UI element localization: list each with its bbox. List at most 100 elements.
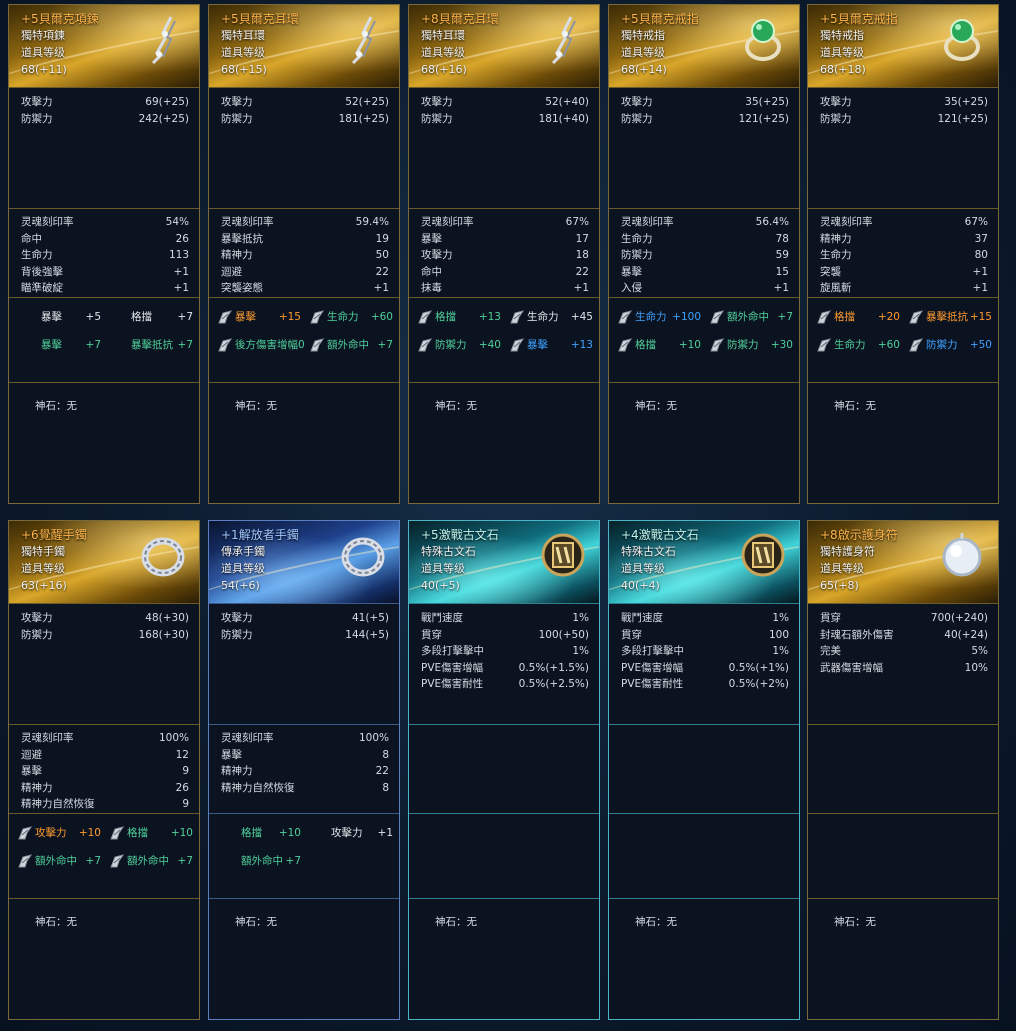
soul-stat-row: 旋風斬 +1 [820,280,988,297]
divider [808,297,998,298]
soul-stat-row: 命中 26 [21,231,189,248]
bonus-option-value: +60 [877,339,900,351]
bonus-option: 生命力 +45 [509,307,597,327]
bonus-option: 暴擊 +5 [17,307,105,327]
divider [209,813,399,814]
soul-stat-name: 灵魂刻印率 [21,732,74,744]
soul-stat-row: 生命力 78 [621,231,789,248]
soul-stat-row: 精神力自然恢復 8 [221,780,389,797]
item-level: 68(+15) [221,63,267,76]
earring-icon [537,13,589,65]
divider [409,898,599,899]
item-card[interactable]: +5激戰古文石 特殊古文石 道具等级 40(+5) 戰鬥速度 1% 貫穿 100(+50) 多段… [408,520,600,1020]
item-card[interactable]: +5貝爾克耳環 獨特耳環 道具等级 68(+15) 攻擊力 52(+25) 防禦力 181(+… [208,4,400,504]
base-stat-value: 1% [772,612,789,624]
soul-stat-row: 灵魂刻印率 100% [221,730,389,747]
soul-stat-name: 迴避 [21,748,42,761]
divine-stone-label: 神石：无 [35,916,77,928]
soul-stat-value: 12 [175,748,189,761]
soul-stat-row: 精神力自然恢復 9 [21,796,189,813]
item-card[interactable]: +5貝爾克戒指 獨特戒指 道具等级 68(+14) 攻擊力 35(+25) 防禦力 121(+… [608,4,800,504]
item-name: +4激戰古文石 [621,528,699,542]
bonus-option-label: 格擋 [435,311,456,323]
bonus-option-label: 暴擊抵抗 [926,311,968,323]
item-header: +5貝爾克戒指 獨特戒指 道具等级 68(+14) [609,5,799,87]
bonus-option: 防禦力 +40 [417,335,505,355]
base-stat-row: 防禦力 242(+25) [21,111,189,128]
bonus-option: 暴擊 +13 [509,335,597,355]
item-header: +8啟示護身符 獨特護身符 道具等级 65(+8) [808,521,998,603]
soul-stat-value: 17 [575,232,589,245]
base-stat-row: 封魂石額外傷害 40(+24) [820,627,988,644]
item-card[interactable]: +6覺醒手鐲 獨特手鐲 道具等级 63(+16) 攻擊力 48(+30) 防禦力 168(+3… [8,520,200,1020]
divider [609,898,799,899]
base-stat-row: PVE傷害增幅 0.5%(+1.5%) [421,660,589,677]
item-level: 63(+16) [21,579,67,592]
item-name: +5貝爾克耳環 [221,12,299,26]
base-stat-value: 700(+240) [930,612,988,624]
soul-stat-name: 灵魂刻印率 [221,216,274,228]
base-stat-value: 35(+25) [944,96,988,108]
item-type: 獨特護身符 [820,545,875,558]
wing-icon [908,337,924,353]
wing-icon [816,309,832,325]
soul-stat-row: 暴擊 8 [221,747,389,764]
divider [808,724,998,725]
base-stat-name: 多段打擊擊中 [621,645,684,658]
item-card[interactable]: +1解放者手鐲 傳承手鐲 道具等级 54(+6) 攻擊力 41(+5) 防禦力 144(+5)… [208,520,400,1020]
base-stat-name: 攻擊力 [820,96,852,108]
item-card[interactable]: +5貝爾克項鍊 獨特項鍊 道具等级 68(+11) 攻擊力 69(+25) 防禦力 242(+… [8,4,200,504]
base-stat-value: 121(+25) [738,112,789,125]
bonus-option-label: 格擋 [834,311,855,323]
divider [808,382,998,383]
divine-stone-label: 神石：无 [834,400,876,412]
soul-stat-value: 67% [964,216,988,228]
bonus-option-label: 額外命中 [127,855,169,867]
bonus-option: 攻擊力 +1 [309,823,397,843]
divider [9,208,199,209]
base-stat-name: 多段打擊擊中 [421,645,484,658]
bonus-option: 額外命中 +7 [17,851,105,871]
bonus-option-value: +60 [370,311,393,323]
base-stat-name: 防禦力 [621,112,653,125]
divine-stone-label: 神石：无 [834,916,876,928]
item-type: 獨特項鍊 [21,29,65,42]
bonus-option-value: +7 [377,339,393,351]
item-header: +5激戰古文石 特殊古文石 道具等级 40(+5) [409,521,599,603]
divider [209,297,399,298]
soul-stat-name: 生命力 [21,249,53,262]
soul-stat-value: +1 [972,282,988,295]
bonus-option-value: +13 [570,339,593,351]
base-stat-value: 35(+25) [745,96,789,108]
divider [409,603,599,604]
wing-icon [109,853,125,869]
soul-stat-value: 22 [375,265,389,278]
divine-stone-label: 神石：无 [35,400,77,412]
base-stat-name: 防禦力 [221,628,253,641]
base-stat-value: 52(+40) [545,96,589,108]
wing-icon [709,337,725,353]
bonus-option: 攻擊力 +10 [17,823,105,843]
item-card[interactable]: +5貝爾克戒指 獨特戒指 道具等级 68(+18) 攻擊力 35(+25) 防禦力 121(+… [807,4,999,504]
bonus-option: 生命力 +100 [617,307,705,327]
bonus-option: 生命力 +60 [816,335,904,355]
bonus-option-value: +7 [285,855,301,867]
item-level-label: 道具等级 [621,562,665,575]
base-stat-name: PVE傷害增幅 [621,661,684,674]
base-stat-name: 攻擊力 [21,96,53,108]
bonus-option-value: +100 [672,311,701,323]
soul-stat-name: 瞄準破綻 [21,282,63,295]
item-card[interactable]: +8貝爾克耳環 獨特耳環 道具等级 68(+16) 攻擊力 52(+40) 防禦力 181(+… [408,4,600,504]
item-level: 68(+14) [621,63,667,76]
divider [808,898,998,899]
item-card[interactable]: +8啟示護身符 獨特護身符 道具等级 65(+8) 貫穿 700(+240) 封魂石額外傷害… [807,520,999,1020]
soul-stat-name: 命中 [421,265,442,278]
bonus-option-value: +1 [377,827,393,839]
item-card[interactable]: +4激戰古文石 特殊古文石 道具等级 40(+4) 戰鬥速度 1% 貫穿 100 多段打擊擊中 1… [608,520,800,1020]
soul-stat-value: +1 [573,282,589,295]
bonus-option-label: 額外命中 [241,855,283,867]
item-level-label: 道具等级 [621,46,665,59]
item-type: 傳承手鐲 [221,545,265,558]
wing-icon [109,825,125,841]
bonus-option-label: 生命力 [635,311,667,323]
